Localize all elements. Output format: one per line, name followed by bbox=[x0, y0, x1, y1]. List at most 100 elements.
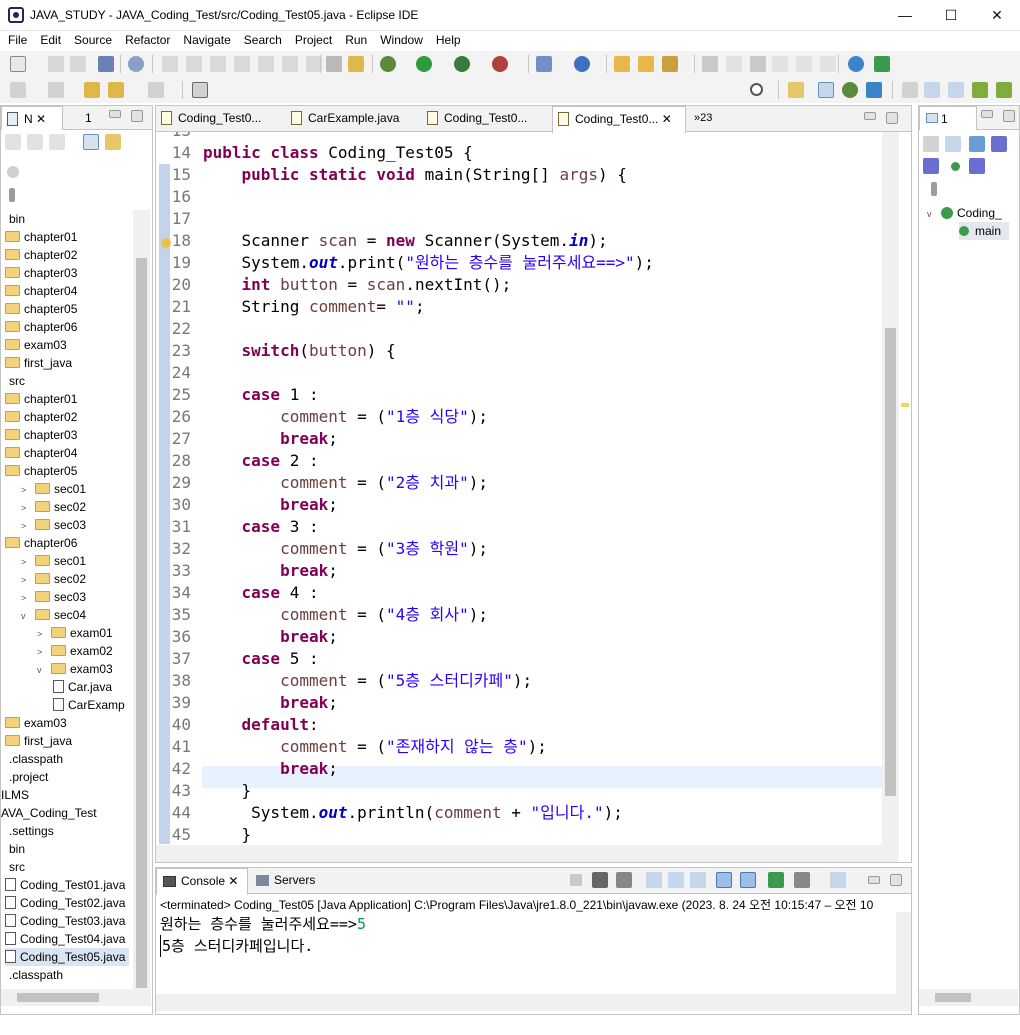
tree-item[interactable]: chapter05 bbox=[5, 300, 77, 318]
java-perspective-icon[interactable] bbox=[818, 82, 834, 98]
tree-item[interactable]: Car.java bbox=[53, 678, 112, 696]
open-type-icon[interactable] bbox=[614, 56, 630, 72]
mark-occurrences-icon[interactable] bbox=[750, 56, 766, 72]
outline-hscroll-thumb[interactable] bbox=[935, 993, 971, 1002]
tree-item[interactable]: first_java bbox=[5, 354, 72, 372]
new-icon[interactable] bbox=[10, 56, 26, 72]
console-hscrollbar[interactable] bbox=[156, 994, 911, 1011]
tree-item[interactable]: AVA_Coding_Test bbox=[1, 804, 97, 822]
code-line[interactable]: break; bbox=[203, 560, 338, 582]
tab-close-icon[interactable]: ✕ bbox=[662, 112, 672, 126]
tree-item[interactable]: .settings bbox=[1, 822, 54, 840]
code-line[interactable]: comment = ("4층 회사"); bbox=[203, 604, 488, 626]
restore-icon[interactable] bbox=[902, 82, 918, 98]
tree-item[interactable]: chapter02 bbox=[5, 246, 77, 264]
editor-hscrollbar[interactable] bbox=[156, 845, 899, 862]
minimize-view-icon[interactable] bbox=[109, 110, 121, 118]
web-perspective-icon[interactable] bbox=[866, 82, 882, 98]
chevron-right-icon[interactable]: > bbox=[21, 481, 31, 499]
suspend-icon[interactable] bbox=[186, 56, 202, 72]
code-line[interactable]: case 1 : bbox=[203, 384, 319, 406]
tree-item[interactable]: exam03 bbox=[5, 336, 67, 354]
view-menu-icon[interactable] bbox=[7, 166, 19, 178]
hide-static-icon[interactable] bbox=[923, 158, 939, 174]
prev-annotation-icon[interactable] bbox=[48, 82, 64, 98]
search-icon[interactable] bbox=[750, 83, 763, 96]
code-area[interactable]: 1314 public class Coding_Test05 {15 publi… bbox=[156, 132, 883, 846]
word-wrap-icon[interactable] bbox=[796, 56, 812, 72]
globe-icon[interactable] bbox=[848, 56, 864, 72]
view-icon-2[interactable] bbox=[948, 82, 964, 98]
pin-console-icon[interactable] bbox=[690, 872, 706, 888]
forward-nav-icon[interactable] bbox=[27, 134, 43, 150]
search-tool-icon[interactable] bbox=[662, 56, 678, 72]
pin-icon[interactable] bbox=[726, 56, 742, 72]
maximize-editor-icon[interactable] bbox=[886, 112, 898, 124]
next-annotation-icon[interactable] bbox=[10, 82, 26, 98]
outline-method[interactable]: main bbox=[959, 222, 1010, 240]
word-wrap-console-icon[interactable] bbox=[668, 872, 684, 888]
minimize-button[interactable]: — bbox=[882, 2, 928, 28]
show-stderr-icon[interactable] bbox=[740, 872, 756, 888]
run-icon[interactable] bbox=[416, 56, 432, 72]
menu-search[interactable]: Search bbox=[236, 31, 287, 47]
tab-servers[interactable]: Servers bbox=[250, 868, 330, 894]
tab-coding-test02[interactable]: Coding_Test0... bbox=[422, 106, 552, 132]
save-all-icon[interactable] bbox=[70, 56, 86, 72]
code-line[interactable]: case 4 : bbox=[203, 582, 319, 604]
link-with-editor-icon[interactable] bbox=[105, 134, 121, 150]
menu-refactor[interactable]: Refactor bbox=[117, 31, 175, 47]
console-output[interactable]: 5층 스터디카페입니다. bbox=[160, 935, 313, 957]
code-line[interactable]: break; bbox=[203, 692, 338, 714]
outline-class[interactable]: v Coding_ bbox=[927, 204, 1002, 222]
code-line[interactable]: comment = ("1층 식당"); bbox=[203, 406, 488, 428]
outline-menu-icon[interactable] bbox=[931, 182, 937, 196]
code-line[interactable]: comment = ("2층 치과"); bbox=[203, 472, 488, 494]
perspective-icon[interactable] bbox=[874, 56, 890, 72]
maximize-view-icon[interactable] bbox=[131, 110, 143, 122]
collapse-all-icon[interactable] bbox=[83, 134, 99, 150]
code-line[interactable]: String comment= ""; bbox=[203, 296, 425, 318]
tree-item[interactable]: bin bbox=[1, 840, 25, 858]
code-line[interactable]: break; bbox=[203, 626, 338, 648]
tree-item[interactable]: chapter06 bbox=[5, 534, 77, 552]
tree-item[interactable]: chapter01 bbox=[5, 390, 77, 408]
tab-carexample[interactable]: CarExample.java bbox=[286, 106, 412, 132]
coverage-icon[interactable] bbox=[454, 56, 470, 72]
more-options-icon[interactable] bbox=[9, 188, 15, 202]
maximize-button[interactable]: ☐ bbox=[928, 2, 974, 28]
tree-item[interactable]: src bbox=[1, 372, 25, 390]
menu-run[interactable]: Run bbox=[337, 31, 372, 47]
tree-item[interactable]: .project bbox=[1, 768, 48, 786]
chevron-right-icon[interactable]: > bbox=[37, 625, 47, 643]
code-line[interactable]: comment = ("5층 스터디카페"); bbox=[203, 670, 532, 692]
code-line[interactable]: break; bbox=[203, 758, 338, 780]
tree-item[interactable]: Coding_Test03.java bbox=[5, 912, 125, 930]
open-perspective-icon[interactable] bbox=[788, 82, 804, 98]
tree-item[interactable]: > sec03 bbox=[21, 516, 86, 534]
tab-package-explorer[interactable]: N ✕ bbox=[1, 106, 63, 130]
back-nav-icon[interactable] bbox=[5, 134, 21, 150]
block-selection-icon[interactable] bbox=[772, 56, 788, 72]
menu-window[interactable]: Window bbox=[372, 31, 428, 47]
pin-editor-icon[interactable] bbox=[192, 82, 208, 98]
code-line[interactable]: } bbox=[203, 780, 252, 802]
tree-item[interactable]: Coding_Test04.java bbox=[5, 930, 125, 948]
tree-item[interactable]: > sec02 bbox=[21, 498, 86, 516]
tree-item[interactable]: > sec02 bbox=[21, 570, 86, 588]
resume-icon[interactable] bbox=[162, 56, 178, 72]
tab-overflow[interactable]: »23 bbox=[690, 106, 730, 132]
code-line[interactable]: comment = ("3층 학원"); bbox=[203, 538, 488, 560]
maximize-outline-icon[interactable] bbox=[1003, 110, 1015, 122]
tree-item[interactable]: exam03 bbox=[5, 714, 67, 732]
drop-to-frame-icon[interactable] bbox=[326, 56, 342, 72]
code-line[interactable]: } bbox=[203, 824, 252, 846]
console-close-icon[interactable]: ✕ bbox=[228, 874, 238, 888]
view-icon-3[interactable] bbox=[972, 82, 988, 98]
code-line[interactable]: int button = scan.nextInt(); bbox=[203, 274, 512, 296]
forward-icon[interactable] bbox=[148, 82, 164, 98]
chevron-right-icon[interactable]: > bbox=[21, 517, 31, 535]
tree-item[interactable]: chapter02 bbox=[5, 408, 77, 426]
tree-item[interactable]: > sec01 bbox=[21, 552, 86, 570]
tab-coding-test01[interactable]: Coding_Test0... bbox=[156, 106, 284, 132]
